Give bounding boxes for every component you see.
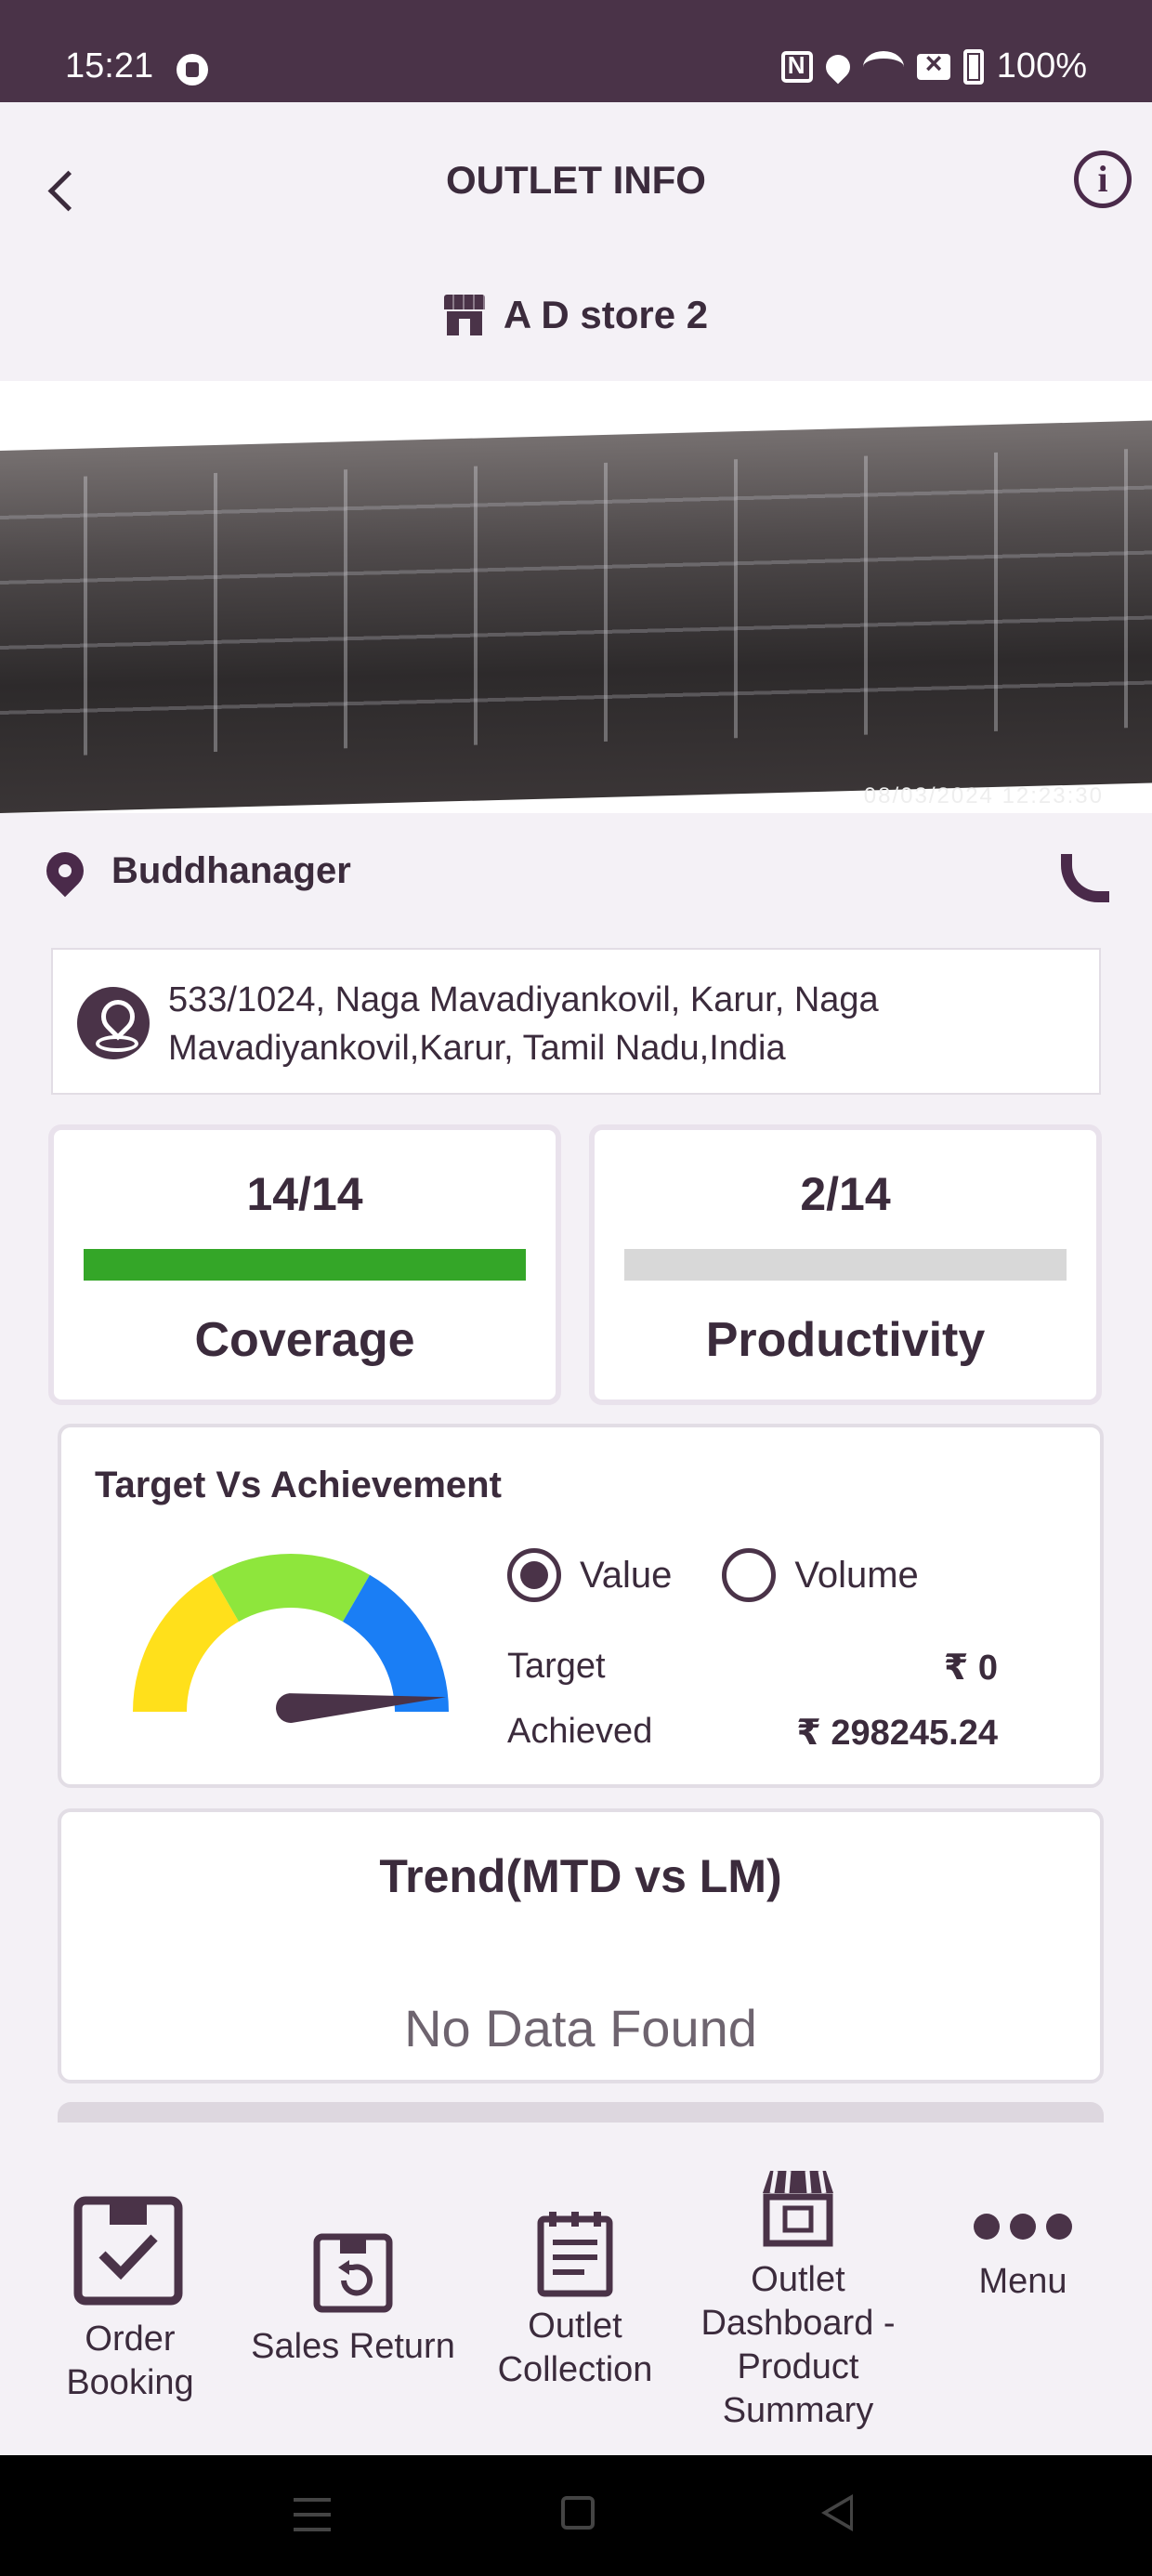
target-vs-achievement-card: Target Vs Achievement Value Volume Targe… [58, 1424, 1104, 1788]
productivity-label: Productivity [705, 1313, 986, 1367]
photo-timestamp: 08/03/2024 12:23:30 [863, 783, 1104, 808]
map-pin-icon [38, 844, 92, 898]
status-time: 15:21 [65, 46, 154, 85]
radio-value-label: Value [580, 1554, 673, 1596]
coverage-progress-bar [84, 1249, 526, 1281]
order-booking-label: Order Booking [66, 2320, 194, 2402]
radio-volume[interactable]: Volume [722, 1548, 919, 1602]
target-label: Target [507, 1647, 606, 1686]
phone-icon[interactable] [1055, 850, 1106, 900]
menu-label: Menu [978, 2262, 1067, 2301]
address-text: 533/1024, Naga Mavadiyankovil, Karur, Na… [168, 980, 879, 1068]
outlet-collection-button[interactable]: Outlet Collection [487, 2212, 663, 2398]
menu-button[interactable]: Menu [944, 2210, 1102, 2321]
outlet-dashboard-label: Outlet Dashboard -Product Summary [700, 2260, 896, 2430]
location-row: Buddhanager [0, 841, 1152, 915]
no-sim-icon [916, 46, 950, 81]
order-booking-icon [73, 2196, 183, 2306]
info-icon[interactable]: i [1074, 151, 1132, 208]
trend-card: Trend(MTD vs LM) No Data Found [58, 1808, 1104, 2083]
order-booking-button[interactable]: Order Booking [45, 2195, 216, 2402]
radio-volume-label: Volume [794, 1554, 919, 1596]
status-bar: 15:21 100% [0, 0, 1152, 102]
battery-icon [962, 48, 984, 85]
store-name-row: A D store 2 [0, 293, 1152, 337]
address-pin-icon [77, 987, 150, 1059]
outlet-collection-icon [537, 2212, 613, 2297]
target-value: ₹ 0 [943, 1649, 998, 1688]
radio-volume-circle[interactable] [722, 1548, 777, 1602]
productivity-value: 2/14 [800, 1168, 891, 1220]
achieved-row: Achieved ₹ 298245.24 [507, 1712, 998, 1754]
achievement-gauge [133, 1554, 449, 1723]
sales-return-button[interactable]: Sales Return [243, 2232, 463, 2381]
sales-return-icon [313, 2233, 393, 2313]
store-name: A D store 2 [503, 293, 709, 336]
trend-title: Trend(MTD vs LM) [379, 1850, 782, 1902]
location-icon [820, 49, 856, 84]
tva-title: Target Vs Achievement [95, 1465, 502, 1505]
outlet-dashboard-button[interactable]: Outlet Dashboard -Product Summary [691, 2169, 905, 2448]
radio-value[interactable]: Value [507, 1548, 672, 1602]
outlet-collection-label: Outlet Collection [497, 2307, 653, 2389]
next-card-peek [58, 2102, 1104, 2123]
recents-icon[interactable] [294, 2498, 331, 2531]
gauge-segment-high [343, 1574, 449, 1712]
sales-return-label: Sales Return [251, 2327, 455, 2366]
wifi-icon [862, 50, 904, 83]
app-header: OUTLET INFO i A D store 2 [0, 102, 1152, 381]
radio-value-circle[interactable] [507, 1548, 561, 1602]
target-row: Target ₹ 0 [507, 1647, 998, 1689]
battery-percent: 100% [996, 46, 1087, 85]
achieved-label: Achieved [507, 1712, 653, 1751]
coverage-label: Coverage [194, 1313, 415, 1367]
nfc-icon [780, 50, 813, 83]
system-navigation-bar [0, 2455, 1152, 2576]
outlet-photo[interactable]: 08/03/2024 12:23:30 [0, 381, 1152, 813]
outlet-dashboard-icon [763, 2170, 833, 2247]
more-dots-icon [974, 2214, 1072, 2240]
productivity-progress-bar [624, 1249, 1067, 1281]
coverage-card[interactable]: 14/14 Coverage [48, 1124, 561, 1405]
lock-icon [177, 54, 208, 85]
bottom-action-bar: Order Booking Sales Return Outlet Collec… [0, 2123, 1152, 2455]
home-icon[interactable] [561, 2496, 595, 2530]
system-back-icon[interactable] [821, 2494, 853, 2531]
trend-empty-message: No Data Found [404, 1999, 757, 2057]
address-card[interactable]: 533/1024, Naga Mavadiyankovil, Karur, Na… [51, 948, 1101, 1095]
location-name: Buddhanager [111, 850, 351, 891]
value-volume-toggle: Value Volume [507, 1548, 919, 1602]
productivity-card[interactable]: 2/14 Productivity [589, 1124, 1102, 1405]
status-icons: 100% [780, 46, 1087, 86]
achieved-value: ₹ 298245.24 [796, 1714, 998, 1753]
coverage-progress-fill [84, 1249, 526, 1281]
page-title: OUTLET INFO [446, 158, 706, 202]
gauge-segment-mid [212, 1554, 370, 1623]
coverage-value: 14/14 [246, 1168, 363, 1220]
store-icon [443, 295, 485, 335]
gauge-segment-low [133, 1574, 239, 1712]
photo-keyboard-image [0, 420, 1152, 813]
